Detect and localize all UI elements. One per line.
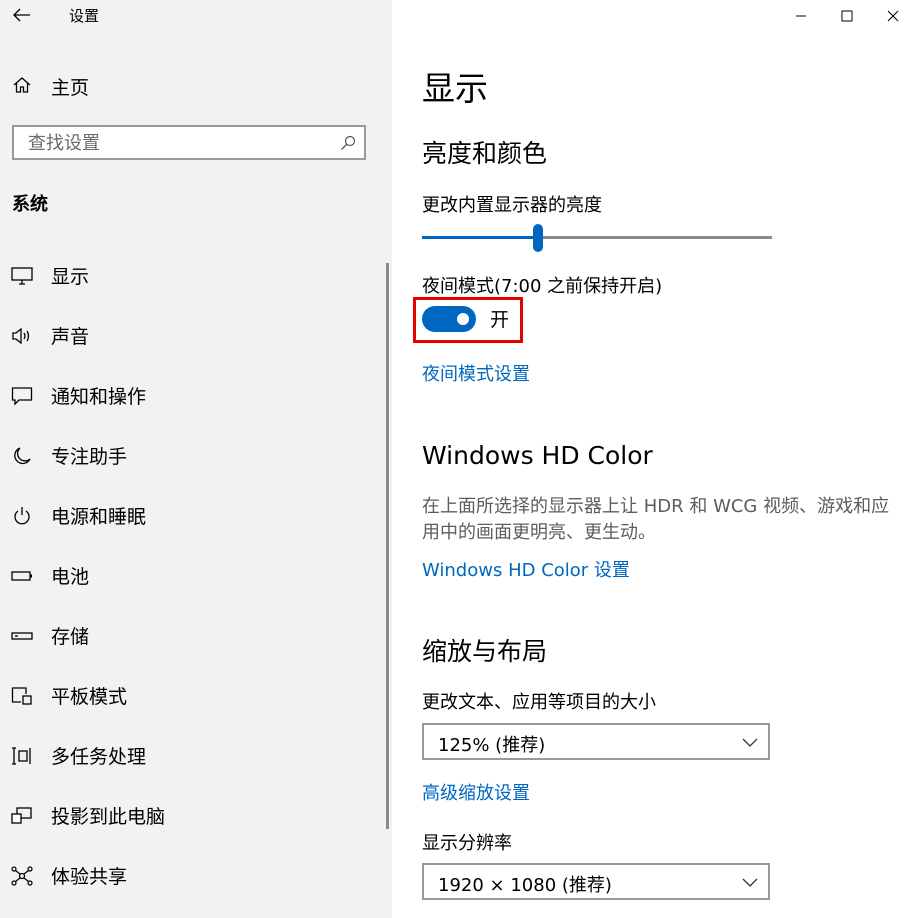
window-controls xyxy=(778,0,916,32)
brightness-slider-label: 更改内置显示器的亮度 xyxy=(422,195,602,216)
sidebar-item-label: 电池 xyxy=(51,566,90,588)
chevron-down-icon xyxy=(742,878,758,887)
sidebar-item-label: 平板模式 xyxy=(51,686,128,708)
slider-thumb[interactable] xyxy=(533,224,543,252)
chevron-down-icon xyxy=(742,738,758,747)
sidebar-nav: 显示 声音 通知和操作 专注助手 电源和睡眠 电池 存储 平板模式 多任务处理 … xyxy=(0,245,392,905)
tablet-mode-icon xyxy=(11,685,33,707)
night-light-state: 开 xyxy=(490,309,510,331)
app-title: 设置 xyxy=(69,7,100,25)
close-icon xyxy=(887,10,899,22)
sidebar-item-label: 专注助手 xyxy=(51,446,128,468)
sidebar-item-notifications[interactable]: 通知和操作 xyxy=(0,365,392,425)
scale-label: 更改文本、应用等项目的大小 xyxy=(422,692,656,713)
sidebar-item-label: 主页 xyxy=(51,77,90,99)
sidebar-item-label: 投影到此电脑 xyxy=(51,806,166,828)
home-icon xyxy=(13,77,31,93)
sidebar-item-project[interactable]: 投影到此电脑 xyxy=(0,785,392,845)
sidebar: 设置 主页 系统 显示 声音 xyxy=(0,0,392,918)
sidebar-item-display[interactable]: 显示 xyxy=(0,245,392,305)
hd-color-settings-link[interactable]: Windows HD Color 设置 xyxy=(422,556,630,582)
maximize-icon xyxy=(841,10,853,22)
sidebar-item-focus-assist[interactable]: 专注助手 xyxy=(0,425,392,485)
sidebar-titlebar: 设置 xyxy=(0,0,392,32)
monitor-icon xyxy=(11,265,33,287)
night-light-settings-link[interactable]: 夜间模式设置 xyxy=(422,360,530,386)
sidebar-item-multitasking[interactable]: 多任务处理 xyxy=(0,725,392,785)
project-icon xyxy=(11,805,33,827)
sidebar-item-label: 存储 xyxy=(51,626,90,648)
toggle-knob xyxy=(457,313,469,325)
battery-icon xyxy=(11,565,33,587)
page-title: 显示 xyxy=(422,69,488,108)
minimize-button[interactable] xyxy=(778,0,824,32)
scale-dropdown[interactable]: 125% (推荐) xyxy=(422,723,770,760)
back-button[interactable] xyxy=(10,2,34,28)
advanced-scaling-link[interactable]: 高级缩放设置 xyxy=(422,779,530,805)
shared-experience-icon xyxy=(11,865,33,887)
slider-fill xyxy=(422,236,538,239)
resolution-dropdown[interactable]: 1920 × 1080 (推荐) xyxy=(422,863,770,900)
brightness-slider[interactable] xyxy=(422,224,772,254)
hd-color-description: 在上面所选择的显示器上让 HDR 和 WCG 视频、游戏和应用中的画面更明亮、更… xyxy=(422,496,890,543)
sidebar-scrollbar[interactable] xyxy=(386,263,389,829)
sidebar-item-label: 电源和睡眠 xyxy=(51,506,147,528)
back-arrow-icon xyxy=(13,8,30,22)
storage-icon xyxy=(11,625,33,647)
scale-layout-heading: 缩放与布局 xyxy=(422,637,548,666)
search-input[interactable] xyxy=(28,132,328,154)
sidebar-item-home[interactable]: 主页 xyxy=(0,64,392,106)
notification-icon xyxy=(11,385,33,407)
sidebar-item-label: 声音 xyxy=(51,326,90,348)
search-box[interactable] xyxy=(12,125,366,160)
section-title: 系统 xyxy=(12,194,48,215)
sidebar-item-label: 体验共享 xyxy=(51,866,128,888)
search-icon[interactable] xyxy=(340,135,356,151)
power-icon xyxy=(11,505,33,527)
sidebar-item-tablet-mode[interactable]: 平板模式 xyxy=(0,665,392,725)
sidebar-item-label: 多任务处理 xyxy=(51,746,147,768)
sidebar-item-power[interactable]: 电源和睡眠 xyxy=(0,485,392,545)
hd-color-heading: Windows HD Color xyxy=(422,441,653,470)
night-light-toggle[interactable] xyxy=(422,306,476,332)
brightness-heading: 亮度和颜色 xyxy=(422,139,548,168)
sidebar-item-sound[interactable]: 声音 xyxy=(0,305,392,365)
moon-icon xyxy=(11,445,33,467)
maximize-button[interactable] xyxy=(824,0,870,32)
sidebar-item-battery[interactable]: 电池 xyxy=(0,545,392,605)
sidebar-item-shared-experiences[interactable]: 体验共享 xyxy=(0,845,392,905)
scale-dropdown-value: 125% (推荐) xyxy=(438,735,546,756)
night-light-label: 夜间模式(7:00 之前保持开启) xyxy=(422,276,663,297)
sidebar-item-label: 显示 xyxy=(51,266,90,288)
sidebar-item-label: 通知和操作 xyxy=(51,386,147,408)
minimize-icon xyxy=(796,15,806,17)
main-content: 显示 亮度和颜色 更改内置显示器的亮度 夜间模式(7:00 之前保持开启) 开 … xyxy=(392,0,916,918)
multitasking-icon xyxy=(11,745,33,767)
close-button[interactable] xyxy=(870,0,916,32)
sidebar-item-storage[interactable]: 存储 xyxy=(0,605,392,665)
resolution-dropdown-value: 1920 × 1080 (推荐) xyxy=(438,875,612,896)
resolution-label: 显示分辨率 xyxy=(422,833,512,854)
speaker-icon xyxy=(11,325,33,347)
